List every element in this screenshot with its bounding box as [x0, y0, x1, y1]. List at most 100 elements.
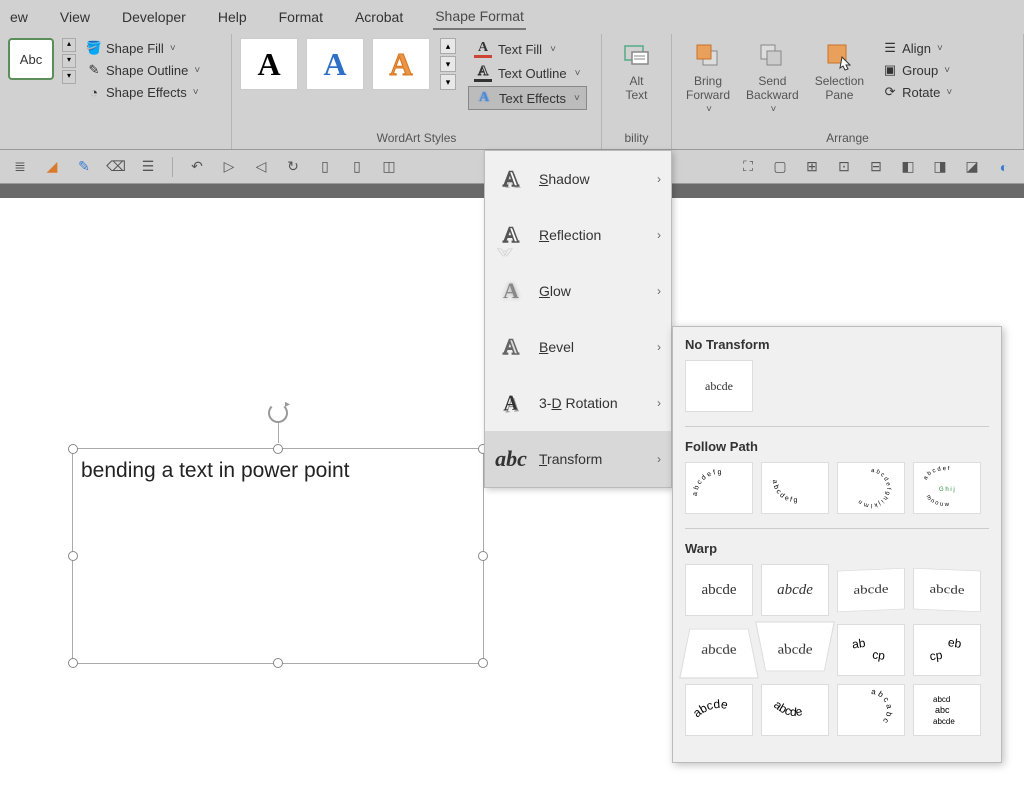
tb-pen-icon[interactable]: ✎	[72, 155, 96, 179]
menu-acrobat[interactable]: Acrobat	[353, 5, 405, 29]
send-backward-button[interactable]: Send Backward ˅	[740, 38, 805, 117]
bring-forward-button[interactable]: Bring Forward ˅	[680, 38, 736, 117]
tb-crop-icon[interactable]: ◫	[377, 155, 401, 179]
tb-shape5-icon[interactable]: ◧	[896, 155, 920, 179]
tb-crop2-icon[interactable]: ⛶	[736, 155, 760, 179]
resize-handle-br[interactable]	[478, 658, 488, 668]
tb-rect2-icon[interactable]: ▯	[345, 155, 369, 179]
tb-eraser-icon[interactable]: ⌫	[104, 155, 128, 179]
tb-indent-icon[interactable]: ≣	[8, 155, 32, 179]
shape-style-up[interactable]: ▴	[62, 38, 76, 52]
svg-text:a b c d e f: a b c d e f	[923, 466, 950, 481]
tb-triangle-icon[interactable]: ▷	[217, 155, 241, 179]
menu-shape-format[interactable]: Shape Format	[433, 4, 526, 30]
text-box[interactable]: bending a text in power point	[72, 448, 484, 664]
warp-12[interactable]: abcdabcabcde	[913, 684, 981, 736]
menu-view[interactable]: View	[58, 5, 92, 29]
wordart-scroll-up[interactable]: ▴	[440, 38, 456, 54]
send-backward-label: Send Backward	[746, 74, 799, 102]
warp-7[interactable]: abcp	[837, 624, 905, 676]
tb-rotate-right-icon[interactable]: ↻	[281, 155, 305, 179]
wordart-more[interactable]: ▾	[440, 74, 456, 90]
tb-shape4-icon[interactable]: ⊟	[864, 155, 888, 179]
warp-1[interactable]: abcde	[685, 564, 753, 616]
shape-effects-button[interactable]: ◔ Shape Effects ˅	[82, 82, 204, 102]
no-transform-option[interactable]: abcde	[685, 360, 753, 412]
group-button[interactable]: ▣ Group ˅	[880, 60, 954, 80]
text-outline-button[interactable]: A Text Outline ˅	[468, 62, 587, 84]
warp-8[interactable]: ebcp	[913, 624, 981, 676]
warp-2[interactable]: abcde	[761, 564, 829, 616]
fx-3d-rotation[interactable]: A 3-D Rotation ›	[485, 375, 671, 431]
text-fill-label: Text Fill	[498, 42, 542, 57]
selection-pane-button[interactable]: Selection Pane	[809, 38, 870, 117]
rotate-button[interactable]: ⟳ Rotate ˅	[880, 82, 954, 102]
resize-handle-tl[interactable]	[68, 444, 78, 454]
tb-shape2-icon[interactable]: ⊞	[800, 155, 824, 179]
wordart-style-orange[interactable]: A	[372, 38, 430, 90]
shape-effects-label: Shape Effects	[106, 85, 187, 100]
warp-10[interactable]: abcde	[761, 684, 829, 736]
resize-handle-ml[interactable]	[68, 551, 78, 561]
align-button[interactable]: ☰ Align ˅	[880, 38, 954, 58]
tb-shape8-icon[interactable]: ◐	[992, 155, 1016, 179]
fx-reflection[interactable]: AA Reflection ›	[485, 207, 671, 263]
warp-3[interactable]: abcde	[837, 568, 905, 612]
shadow-icon: A	[497, 165, 525, 193]
fx-glow[interactable]: A Glow ›	[485, 263, 671, 319]
menu-format[interactable]: Format	[277, 5, 325, 29]
shape-style-down[interactable]: ▾	[62, 54, 76, 68]
shape-style-preview[interactable]: Abc	[8, 38, 54, 80]
resize-handle-bl[interactable]	[68, 658, 78, 668]
send-backward-icon	[756, 40, 788, 72]
wordart-scroll-down[interactable]: ▾	[440, 56, 456, 72]
follow-path-arch-down[interactable]: a b c d e f g	[761, 462, 829, 514]
fx-shadow[interactable]: A Shadow ›	[485, 151, 671, 207]
wordart-style-blue[interactable]: A	[306, 38, 364, 90]
menu-help[interactable]: Help	[216, 5, 249, 29]
tb-highlight-icon[interactable]: ◢	[40, 155, 64, 179]
tb-shape3-icon[interactable]: ⊡	[832, 155, 856, 179]
text-fill-button[interactable]: A Text Fill ˅	[468, 38, 587, 60]
follow-path-circle[interactable]: a b c d e f g h i j k l m n	[837, 462, 905, 514]
fx-transform-key: T	[539, 451, 547, 467]
tb-align-icon[interactable]: ☰	[136, 155, 160, 179]
tb-shape6-icon[interactable]: ◨	[928, 155, 952, 179]
warp-4[interactable]: abcde	[913, 568, 981, 612]
resize-handle-mr[interactable]	[478, 551, 488, 561]
chevron-right-icon: ›	[657, 396, 661, 410]
selection-pane-label: Selection Pane	[815, 74, 864, 102]
tb-shape7-icon[interactable]: ◪	[960, 155, 984, 179]
tb-undo-icon[interactable]: ↶	[185, 155, 209, 179]
warp-6[interactable]: abcde	[755, 621, 835, 671]
transform-icon: abc	[497, 445, 525, 473]
warp-9[interactable]: abcde	[685, 684, 753, 736]
shape-fill-button[interactable]: 🪣 Shape Fill ˅	[82, 38, 204, 58]
tb-flip-icon[interactable]: ◁	[249, 155, 273, 179]
text-outline-icon: A	[474, 64, 492, 82]
tb-shape1-icon[interactable]: ▢	[768, 155, 792, 179]
no-transform-title: No Transform	[685, 337, 989, 352]
resize-handle-tm[interactable]	[273, 444, 283, 454]
textbox-content[interactable]: bending a text in power point	[73, 449, 483, 493]
menu-review[interactable]: ew	[8, 5, 30, 29]
follow-path-button[interactable]: a b c d e fG h i jm n o u w	[913, 462, 981, 514]
wordart-style-black[interactable]: A	[240, 38, 298, 90]
fx-transform[interactable]: abc Transform ›	[485, 431, 671, 487]
menu-developer[interactable]: Developer	[120, 5, 188, 29]
warp-11[interactable]: a b c a b c	[837, 684, 905, 736]
glow-icon: A	[497, 277, 525, 305]
text-effects-button[interactable]: A Text Effects ˅	[468, 86, 587, 110]
fx-bevel[interactable]: A Bevel ›	[485, 319, 671, 375]
svg-text:cp: cp	[871, 647, 886, 663]
resize-handle-bm[interactable]	[273, 658, 283, 668]
rotate-handle[interactable]	[268, 403, 288, 423]
shape-style-more[interactable]: ▾	[62, 70, 76, 84]
follow-path-arch-up[interactable]: a b c d e f g	[685, 462, 753, 514]
shape-outline-button[interactable]: ✎ Shape Outline ˅	[82, 60, 204, 80]
warp-5[interactable]: abcde	[679, 629, 759, 679]
tb-rect-icon[interactable]: ▯	[313, 155, 337, 179]
alt-text-button[interactable]: Alt Text	[610, 38, 663, 104]
group-arrange: Bring Forward ˅ Send Backward ˅ Selectio…	[672, 34, 1024, 149]
text-outline-label: Text Outline	[498, 66, 567, 81]
